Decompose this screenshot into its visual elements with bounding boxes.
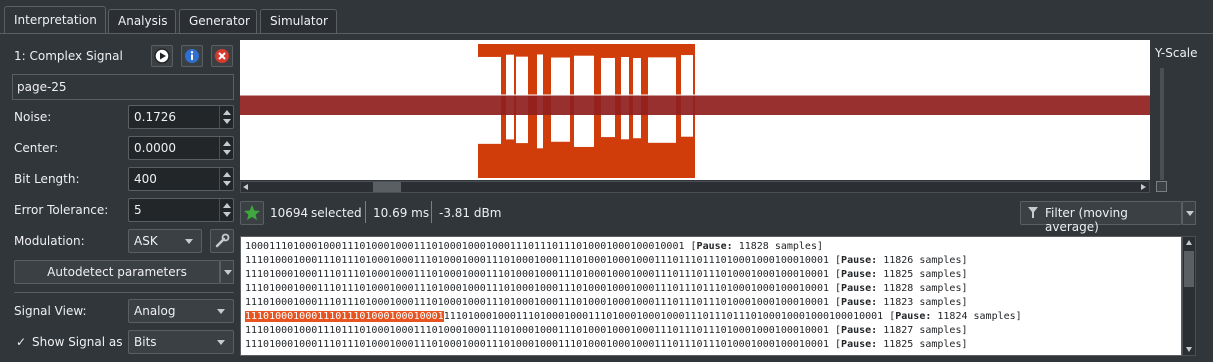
filter-icon [1028,207,1038,218]
autodetect-button[interactable]: Autodetect parameters [14,260,220,284]
autodetect-menu-button[interactable] [220,260,234,284]
selection-power: -3.81 dBm [439,206,502,220]
bit-length-label: Bit Length: [14,172,80,186]
signal-name-field[interactable]: page-25 [12,74,234,100]
scroll-thumb[interactable] [1184,251,1194,287]
bits-line: 1000111010001000111010001000111010001000… [245,241,824,252]
noise-spinbox[interactable]: 0.1726 [128,105,234,129]
tab-bar: Interpretation Analysis Generator Simula… [0,0,1213,34]
bit-length-spinbox[interactable]: 400 [128,167,234,191]
error-tolerance-value: 5 [134,203,142,217]
tab-interpretation[interactable]: Interpretation [4,6,106,34]
bits-vertical-scrollbar[interactable] [1182,236,1196,356]
error-tolerance-spinbox[interactable]: 5 [128,198,234,222]
graph-horizontal-scrollbar[interactable] [240,181,1150,193]
error-tolerance-stepper[interactable] [219,199,233,221]
filter-button[interactable]: Filter (moving average) [1020,201,1182,234]
signal-view-select[interactable]: Analog [128,299,234,323]
zoom-selection-button[interactable] [240,201,264,225]
modulation-label: Modulation: [14,234,85,248]
close-icon [215,49,229,63]
close-signal-button[interactable] [211,45,233,67]
y-scale-label: Y-Scale [1155,46,1198,60]
divider [14,292,234,293]
selection-duration: 10.69 ms [373,206,430,220]
star-icon [244,205,260,220]
signal-graph[interactable] [240,40,1150,180]
y-scale-slider[interactable] [1160,68,1164,180]
show-signal-checkbox[interactable]: ✓ [16,335,26,349]
selected-count: 10694 [270,206,309,220]
show-signal-label: Show Signal as [32,335,123,349]
bits-line: 1110100010001110111010001000111010001000… [245,283,968,294]
noise-label: Noise: [14,110,52,124]
status-separator [431,201,432,223]
play-icon [154,48,170,64]
center-label: Center: [14,141,59,155]
scroll-down-icon[interactable] [1186,347,1192,352]
error-tolerance-label: Error Tolerance: [14,203,109,217]
bits-line: 1110100010001110111010001000111010001000… [245,269,968,280]
center-spinbox[interactable]: 0.0000 [128,136,234,160]
noise-stepper[interactable] [219,106,233,128]
scroll-right-icon[interactable] [1141,184,1146,190]
center-value: 0.0000 [134,141,176,155]
modulation-value: ASK [134,234,158,248]
chevron-down-icon [1186,211,1194,216]
tab-simulator[interactable]: Simulator [260,9,337,33]
info-button[interactable] [181,45,203,67]
show-signal-select[interactable]: Bits [128,330,234,354]
filter-label: Filter (moving average) [1045,206,1128,234]
bit-length-value: 400 [134,172,157,186]
bits-line: 1110100010001110111010001000111010001000… [245,255,968,266]
signal-view-label: Signal View: [14,304,87,318]
scroll-left-icon[interactable] [243,184,248,190]
signal-band [240,95,1150,115]
bit-length-stepper[interactable] [219,168,233,190]
status-separator [365,201,366,223]
modulation-settings-button[interactable] [210,229,234,253]
tab-generator[interactable]: Generator [179,9,257,33]
bits-line-selected: 1110100010001110111010001000100011110100… [245,311,1022,322]
center-stepper[interactable] [219,137,233,159]
play-button[interactable] [151,45,173,67]
modulation-select[interactable]: ASK [128,229,202,253]
info-icon [185,49,199,63]
show-signal-value: Bits [134,335,157,349]
selected-bits: 111010001000111011101000100010001 [245,311,444,322]
scroll-up-icon[interactable] [1186,240,1192,245]
signal-view-value: Analog [134,304,176,318]
tab-divider [0,33,1213,34]
selected-label: selected [311,206,362,220]
bits-line: 1110100010001110111010001000111010001000… [245,297,968,308]
scroll-thumb[interactable] [373,182,401,192]
filter-menu-button[interactable] [1182,201,1196,225]
noise-value: 0.1726 [134,110,176,124]
wrench-icon [215,233,230,248]
bits-line: 1110100010001110111010001000111010001000… [245,339,968,350]
bits-text-view[interactable]: 1000111010001000111010001000111010001000… [240,236,1182,356]
bits-line: 1110100010001110111010001000111010001000… [245,325,968,336]
tab-analysis[interactable]: Analysis [108,9,176,33]
signal-name-text: page-25 [17,80,67,94]
y-scale-handle[interactable] [1156,181,1167,192]
chevron-down-icon [224,270,232,275]
signal-title: 1: Complex Signal [14,49,123,63]
